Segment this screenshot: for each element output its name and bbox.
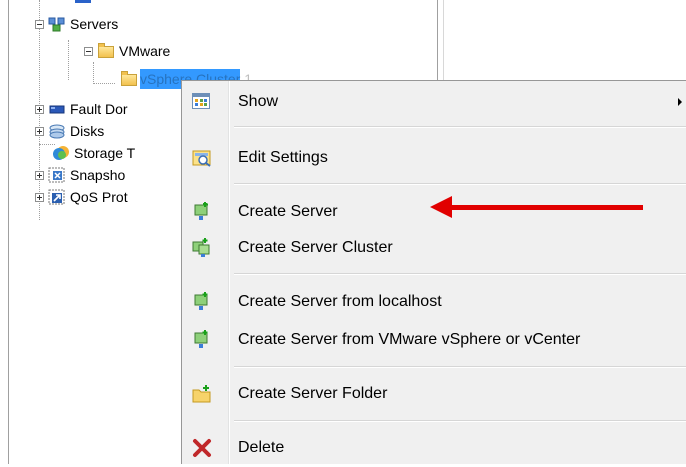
menu-separator bbox=[234, 126, 686, 128]
menu-item-label: Create Server from localhost bbox=[238, 293, 442, 310]
collapse-toggle[interactable] bbox=[35, 19, 44, 29]
submenu-arrow-icon bbox=[678, 98, 682, 106]
delete-icon bbox=[192, 438, 212, 458]
tree-item-disks[interactable]: Disks bbox=[35, 120, 104, 142]
edit-settings-icon bbox=[192, 149, 212, 169]
tree-item-label: Storage T bbox=[74, 145, 136, 161]
menu-item-label: Create Server from VMware vSphere or vCe… bbox=[238, 331, 581, 348]
servers-icon bbox=[48, 16, 66, 32]
menu-item-create-server-cluster[interactable]: Create Server Cluster bbox=[182, 229, 686, 267]
menu-item-create-server-localhost[interactable]: Create Server from localhost bbox=[182, 283, 686, 321]
menu-item-edit-settings[interactable]: Edit Settings bbox=[182, 139, 686, 177]
menu-item-label: Show bbox=[238, 93, 279, 110]
menu-item-label: Create Server bbox=[238, 203, 338, 220]
tree-item-label: Snapsho bbox=[70, 167, 126, 183]
tree-left-border bbox=[8, 0, 9, 464]
tree-item-label: QoS Prot bbox=[70, 189, 128, 205]
tree-item-qos[interactable]: QoS Prot bbox=[35, 186, 128, 208]
context-menu: Show Edit Settings Create Server Create … bbox=[181, 80, 686, 464]
tree-connector bbox=[93, 83, 115, 84]
create-server-icon bbox=[192, 202, 212, 222]
disks-icon bbox=[48, 123, 66, 139]
annotation-arrow-shaft bbox=[448, 205, 643, 210]
storage-icon bbox=[52, 145, 70, 161]
menu-item-label: Create Server Cluster bbox=[238, 239, 393, 256]
snapshot-icon bbox=[48, 167, 66, 183]
show-grid-icon bbox=[192, 93, 210, 109]
expand-toggle[interactable] bbox=[35, 126, 44, 136]
menu-item-create-server-vmware[interactable]: Create Server from VMware vSphere or vCe… bbox=[182, 321, 686, 359]
folder-icon bbox=[120, 71, 138, 87]
expand-toggle[interactable] bbox=[35, 192, 44, 202]
partial-item-icon bbox=[75, 0, 91, 3]
tree-item-label: Servers bbox=[70, 16, 119, 32]
tree-connector bbox=[93, 62, 94, 84]
expand-toggle[interactable] bbox=[35, 104, 44, 114]
folder-icon bbox=[97, 43, 115, 59]
tree-connector bbox=[68, 40, 69, 80]
tree-item-servers[interactable]: Servers bbox=[35, 13, 118, 35]
menu-separator bbox=[234, 183, 686, 185]
tree-item-label: VMware bbox=[119, 43, 171, 59]
fault-domain-icon bbox=[48, 101, 66, 117]
annotation-arrow-icon bbox=[430, 196, 452, 218]
tree-right-border-shadow bbox=[443, 0, 444, 80]
tree-item-fault-domains[interactable]: Fault Dor bbox=[35, 98, 128, 120]
create-server-vmware-icon bbox=[192, 330, 212, 350]
menu-item-show[interactable]: Show bbox=[182, 83, 686, 121]
menu-item-label: Delete bbox=[238, 439, 285, 456]
tree-item-storage[interactable]: Storage T bbox=[52, 142, 135, 164]
menu-separator bbox=[234, 366, 686, 368]
tree-right-border bbox=[437, 0, 438, 80]
create-folder-icon bbox=[192, 384, 212, 404]
create-server-cluster-icon bbox=[192, 238, 212, 258]
tree-item-vmware[interactable]: VMware bbox=[84, 40, 170, 62]
tree-item-snapshots[interactable]: Snapsho bbox=[35, 164, 125, 186]
expand-toggle[interactable] bbox=[35, 170, 44, 180]
menu-separator bbox=[234, 273, 686, 275]
collapse-toggle[interactable] bbox=[84, 46, 93, 56]
menu-item-label: Create Server Folder bbox=[238, 385, 388, 402]
create-server-localhost-icon bbox=[192, 292, 212, 312]
menu-item-create-server-folder[interactable]: Create Server Folder bbox=[182, 375, 686, 413]
tree-item-label: Disks bbox=[70, 123, 105, 139]
menu-separator bbox=[234, 420, 686, 422]
menu-item-delete[interactable]: Delete bbox=[182, 429, 686, 467]
menu-item-label: Edit Settings bbox=[238, 149, 328, 166]
tree-item-label: Fault Dor bbox=[70, 101, 128, 117]
qos-icon bbox=[48, 189, 66, 205]
